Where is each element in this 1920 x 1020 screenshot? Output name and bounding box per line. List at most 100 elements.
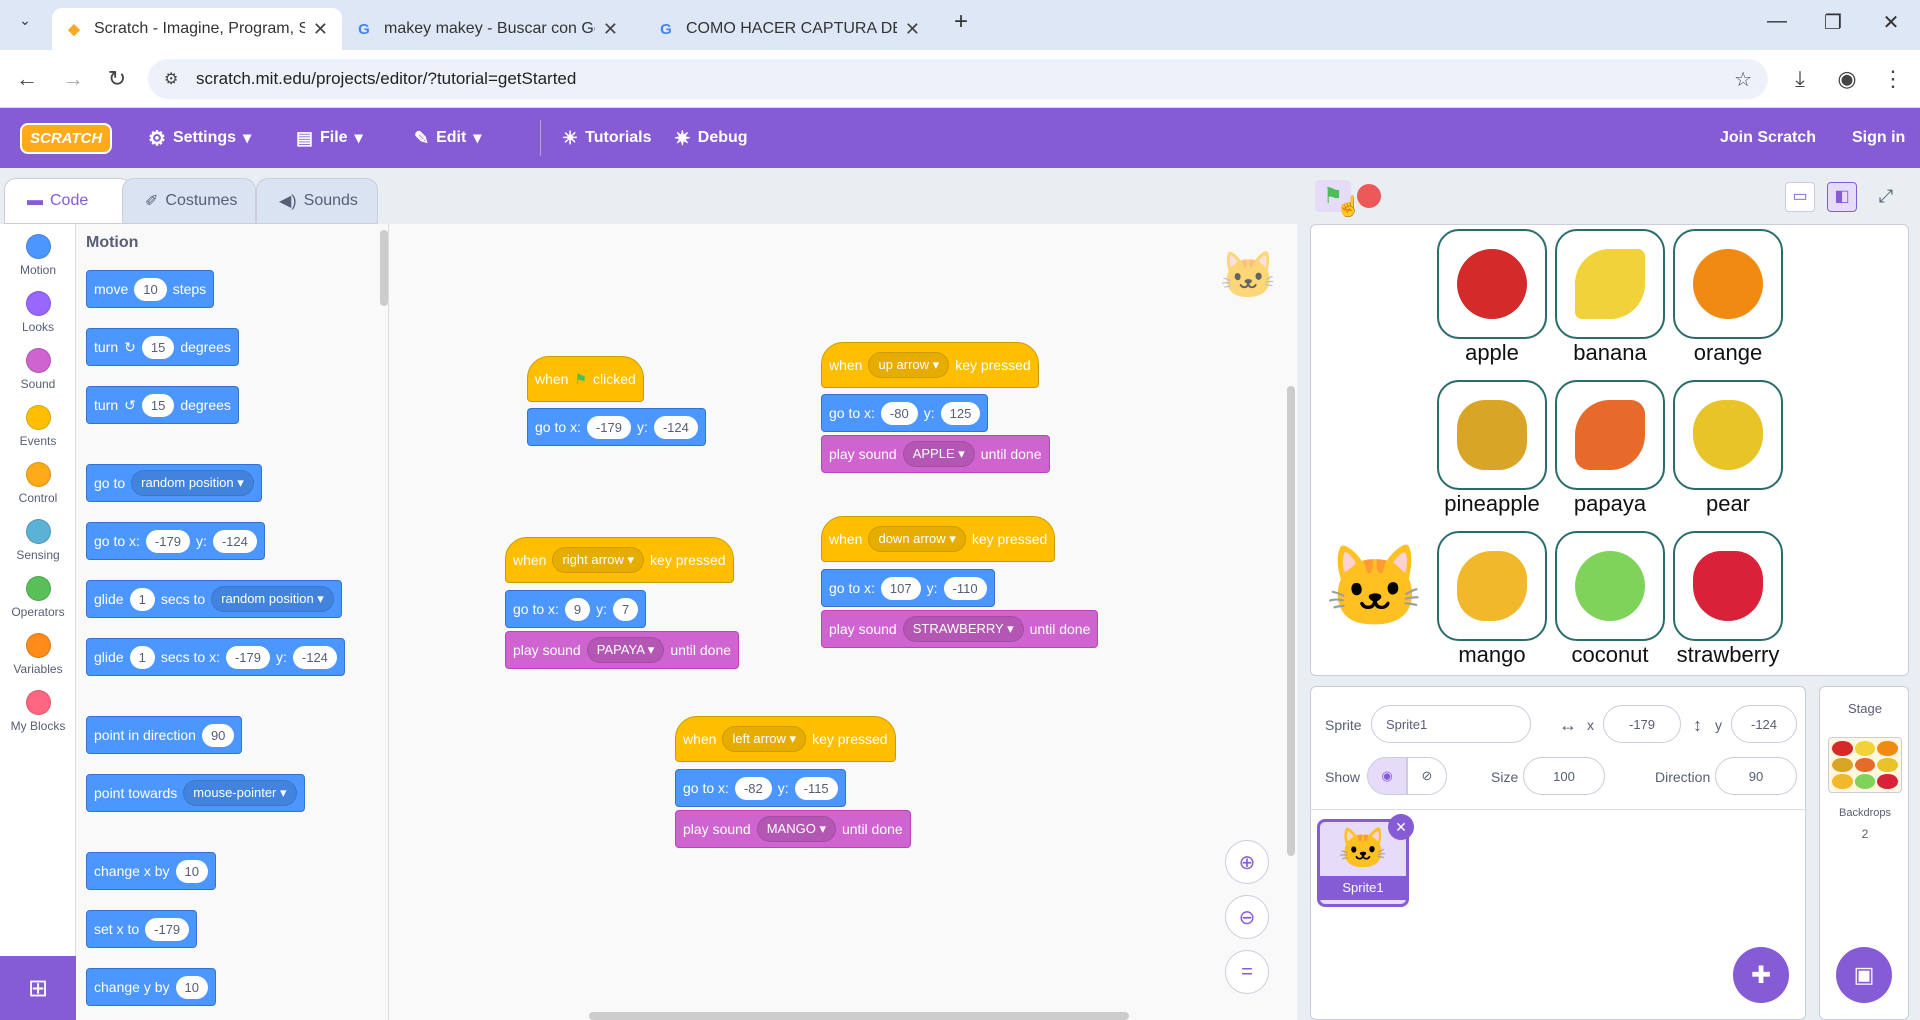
block-glide-to-xy[interactable]: glide 1 secs to x: -179 y: -124 — [86, 638, 345, 676]
block-when-key-pressed-up[interactable]: whenup arrowkey pressed — [821, 342, 1039, 388]
bookmark-star-icon[interactable]: ☆ — [1734, 67, 1752, 92]
back-icon[interactable]: ← — [12, 66, 42, 92]
zoom-in-button[interactable]: ⊕ — [1225, 840, 1269, 884]
block-go-to-xy[interactable]: go to x: -80 y: 125 — [821, 394, 989, 432]
close-tab-icon[interactable]: ✕ — [603, 19, 618, 40]
x-input[interactable]: -179 — [1603, 705, 1681, 743]
close-tab-icon[interactable]: ✕ — [313, 19, 328, 40]
block-go-to-xy[interactable]: go to x: -82 y: -115 — [675, 769, 846, 807]
new-tab-button[interactable]: + — [946, 8, 976, 36]
category-sensing[interactable]: Sensing — [0, 519, 76, 562]
hide-button[interactable]: ⊘ — [1407, 757, 1447, 795]
fullscreen-button[interactable]: ⤢ — [1871, 182, 1901, 212]
block-play-sound-until-done[interactable]: play soundPAPAYAuntil done — [505, 631, 740, 669]
reload-icon[interactable]: ↻ — [102, 66, 132, 92]
restore-button[interactable]: ❐ — [1818, 10, 1848, 35]
url-field[interactable]: ⚙ scratch.mit.edu/projects/editor/?tutor… — [148, 59, 1768, 99]
direction-input[interactable]: 90 — [1715, 757, 1797, 795]
block-go-to-xy[interactable]: go to x: -179 y: -124 — [86, 522, 265, 560]
sprite-name-input[interactable]: Sprite1 — [1371, 705, 1531, 743]
file-menu[interactable]: ▤ File ▾ — [296, 108, 363, 168]
tab-costumes[interactable]: ✐ Costumes — [122, 178, 256, 224]
edit-menu[interactable]: ✎ Edit ▾ — [414, 108, 481, 168]
zoom-out-button[interactable]: ⊖ — [1225, 895, 1269, 939]
zoom-reset-button[interactable]: = — [1225, 950, 1269, 994]
browser-tab-scratch[interactable]: ◆ Scratch - Imagine, Program, Sh ✕ — [52, 8, 342, 50]
stage-selector-pane[interactable]: Stage Backdrops 2 ▣ — [1819, 686, 1909, 1020]
category-control[interactable]: Control — [0, 462, 76, 505]
browser-tab-google-captura[interactable]: G COMO HACER CAPTURA DE PA ✕ — [644, 8, 934, 50]
block-play-sound-until-done[interactable]: play soundMANGOuntil done — [675, 810, 911, 848]
delete-sprite-icon[interactable]: ✕ — [1388, 814, 1414, 840]
block-move-steps[interactable]: move 10 steps — [86, 270, 215, 308]
workspace-h-scrollbar[interactable] — [589, 1012, 1129, 1020]
block-set-x[interactable]: set x to -179 — [86, 910, 198, 948]
stage-canvas[interactable]: apple banana orange pineapple papaya pea… — [1310, 224, 1909, 676]
block-when-flag-clicked[interactable]: when ⚑ clicked — [527, 356, 644, 402]
block-when-key-pressed-right[interactable]: whenright arrowkey pressed — [505, 537, 734, 583]
palette-scrollbar[interactable] — [380, 230, 388, 306]
size-input[interactable]: 100 — [1523, 757, 1605, 795]
workspace-v-scrollbar[interactable] — [1287, 386, 1295, 856]
tutorials-button[interactable]: ☀ Tutorials — [562, 108, 652, 168]
choose-backdrop-button[interactable]: ▣ — [1836, 947, 1892, 1003]
minimize-button[interactable]: — — [1762, 10, 1792, 33]
category-motion[interactable]: Motion — [0, 234, 76, 277]
category-operators[interactable]: Operators — [0, 576, 76, 619]
block-go-to-xy[interactable]: go to x: 107 y: -110 — [821, 569, 995, 607]
input-steps[interactable]: 10 — [134, 277, 167, 301]
join-scratch-button[interactable]: Join Scratch — [1720, 108, 1816, 168]
scratch-logo[interactable]: SCRATCH — [20, 108, 113, 168]
sprite-thumbnail-sprite1[interactable]: 🐱 Sprite1 ✕ — [1317, 814, 1414, 907]
block-go-to-xy[interactable]: go to x: 9 y: 7 — [505, 590, 647, 628]
close-tab-icon[interactable]: ✕ — [905, 19, 920, 40]
block-change-x[interactable]: change x by 10 — [86, 852, 216, 890]
tab-sounds[interactable]: ◀) Sounds — [256, 178, 378, 224]
tab-code[interactable]: ▬ Code — [4, 178, 132, 224]
category-events[interactable]: Events — [0, 405, 76, 448]
extensions-button[interactable]: ⊞ — [0, 956, 76, 1020]
category-variables[interactable]: Variables — [0, 633, 76, 676]
profile-icon[interactable]: ◉ — [1832, 66, 1862, 92]
site-info-icon[interactable]: ⚙ — [164, 69, 178, 89]
debug-button[interactable]: ✷ Debug — [674, 108, 748, 168]
block-point-in-direction[interactable]: point in direction 90 — [86, 716, 243, 754]
block-go-to[interactable]: go to random position — [86, 464, 262, 502]
green-flag-icon: ⚑ — [574, 370, 588, 387]
block-glide-to[interactable]: glide 1 secs to random position — [86, 580, 342, 618]
block-go-to-xy[interactable]: go to x: -179 y: -124 — [527, 408, 706, 446]
normal-stage-button[interactable]: ◧ — [1827, 182, 1857, 212]
google-favicon-icon: G — [660, 20, 672, 38]
block-when-key-pressed-left[interactable]: whenleft arrowkey pressed — [675, 716, 896, 762]
cat-sprite-icon[interactable]: 🐱 — [1325, 547, 1425, 627]
block-change-y[interactable]: change y by 10 — [86, 968, 216, 1006]
browser-tab-google-search[interactable]: G makey makey - Buscar con Goo ✕ — [342, 8, 632, 50]
turn-right-icon: ↻ — [124, 338, 136, 355]
block-point-towards[interactable]: point towards mouse-pointer — [86, 774, 305, 812]
sign-in-button[interactable]: Sign in — [1852, 108, 1905, 168]
tab-search-icon[interactable]: ⌄ — [10, 12, 40, 29]
block-play-sound-until-done[interactable]: play soundAPPLEuntil done — [821, 435, 1050, 473]
category-my-blocks[interactable]: My Blocks — [0, 690, 76, 733]
mouse-cursor-icon: ☝ — [1336, 196, 1361, 218]
y-input[interactable]: -124 — [1731, 705, 1797, 743]
code-icon: ▬ — [27, 192, 43, 209]
palette-heading: Motion — [86, 234, 139, 251]
block-play-sound-until-done[interactable]: play soundSTRAWBERRYuntil done — [821, 610, 1099, 648]
script-workspace[interactable]: 🐱 when ⚑ clicked go to x: -179 y: -124 when up… — [389, 224, 1297, 1020]
show-visible-button[interactable]: ◉ — [1367, 757, 1407, 795]
gear-icon: ⚙ — [148, 127, 166, 150]
download-icon[interactable]: ⤓ — [1785, 66, 1815, 92]
pencil-icon: ✎ — [414, 127, 430, 148]
block-turn-left[interactable]: turn ↺ 15 degrees — [86, 386, 239, 424]
category-sound[interactable]: Sound — [0, 348, 76, 391]
close-window-button[interactable]: ✕ — [1876, 10, 1906, 35]
choose-sprite-button[interactable]: ✚ — [1733, 947, 1789, 1003]
category-looks[interactable]: Looks — [0, 291, 76, 334]
settings-menu[interactable]: ⚙ Settings ▾ — [148, 108, 251, 168]
browser-menu-icon[interactable]: ⋮ — [1878, 66, 1908, 92]
small-stage-button[interactable]: ▭ — [1785, 182, 1815, 212]
forward-icon[interactable]: → — [58, 66, 88, 92]
block-turn-right[interactable]: turn ↻ 15 degrees — [86, 328, 239, 366]
block-when-key-pressed-down[interactable]: whendown arrowkey pressed — [821, 516, 1056, 562]
